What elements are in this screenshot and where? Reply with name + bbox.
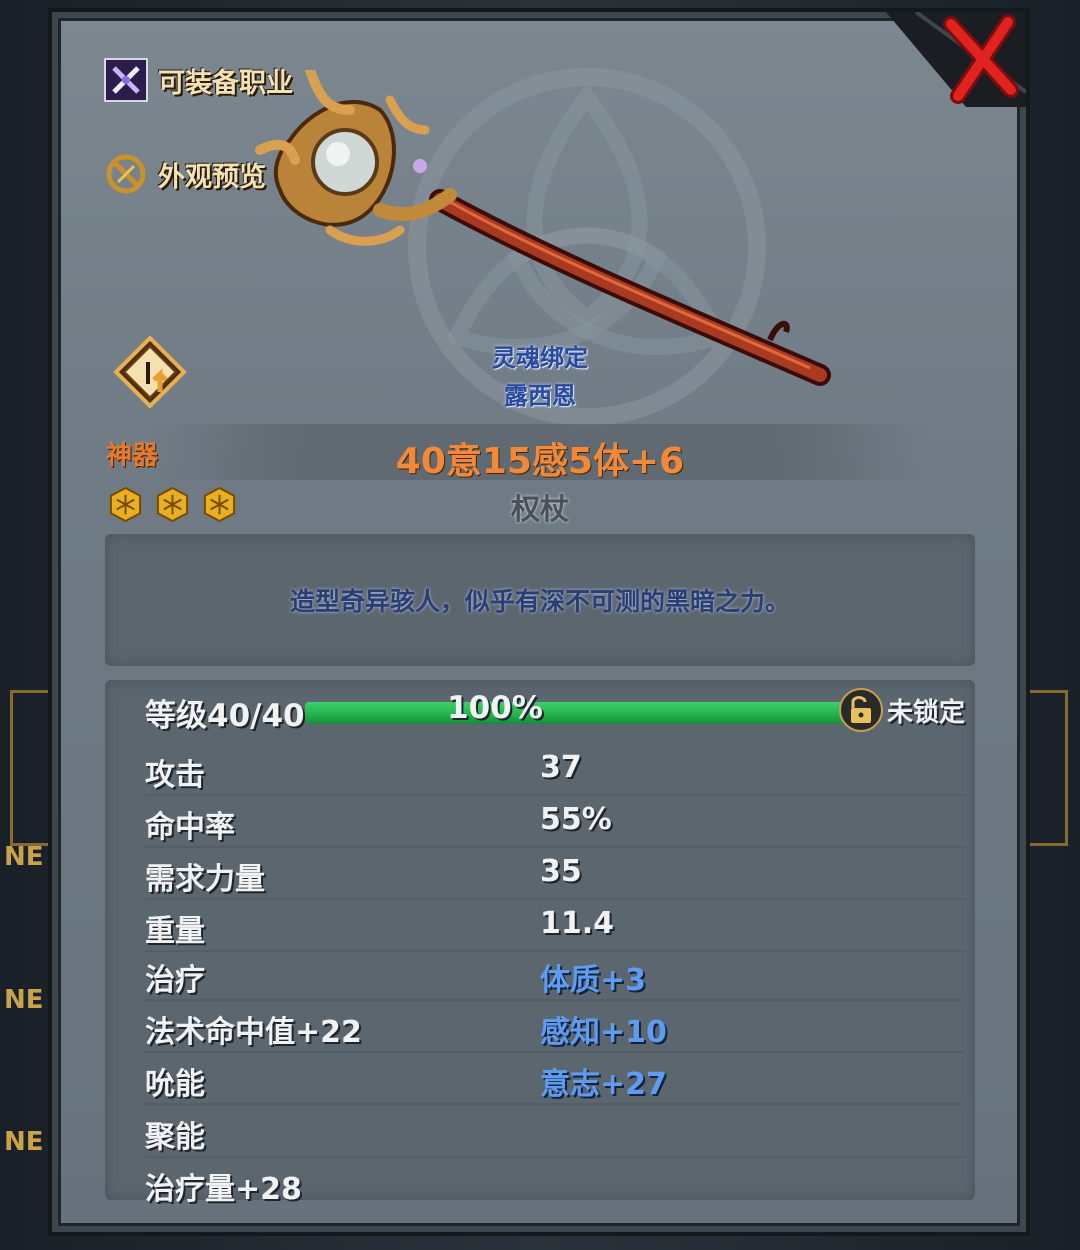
stat-name: 吮能 bbox=[145, 1067, 205, 1102]
stat-value: 37 bbox=[540, 750, 582, 785]
stat-row: 聚能 bbox=[145, 1104, 965, 1158]
stat-name: 治疗 bbox=[145, 963, 205, 998]
stat-row: 重量 11.4 bbox=[145, 898, 965, 952]
equip-class-icon bbox=[104, 58, 148, 102]
stat-name: 命中率 bbox=[145, 810, 235, 845]
unlocked-padlock-icon bbox=[838, 688, 883, 732]
stat-value: 感知+10 bbox=[540, 1015, 667, 1050]
stat-row: 命中率 55% bbox=[145, 794, 965, 848]
description-box: 造型奇异骇人，似乎有深不可测的黑暗之力。 bbox=[105, 534, 975, 666]
appearance-preview-icon bbox=[106, 154, 146, 194]
side-tag: NE bbox=[4, 842, 44, 872]
side-tag: NE bbox=[4, 985, 44, 1015]
right-side-frame bbox=[1029, 690, 1068, 846]
left-side-frame bbox=[10, 690, 49, 846]
stat-value: 意志+27 bbox=[540, 1067, 667, 1102]
appearance-preview-button[interactable]: 外观预览 bbox=[104, 152, 266, 196]
upgrade-icon[interactable] bbox=[112, 334, 188, 410]
stat-row: 治疗 体质+3 bbox=[145, 947, 965, 1001]
stat-row: 攻击 37 bbox=[145, 742, 965, 796]
item-description: 造型奇异骇人，似乎有深不可测的黑暗之力。 bbox=[289, 587, 790, 616]
stat-name: 攻击 bbox=[145, 758, 205, 793]
side-tag: NE bbox=[4, 1127, 44, 1157]
stat-value: 35 bbox=[540, 854, 582, 889]
stat-value: 11.4 bbox=[540, 906, 615, 941]
close-button[interactable] bbox=[876, 12, 1026, 107]
stat-name: 需求力量 bbox=[145, 862, 265, 897]
stat-row: 法术命中值+22 感知+10 bbox=[145, 999, 965, 1053]
stats-box: 等级40/40 100% 未锁定 攻击 37 命中率 55% 需求力量 35 重量 11.4 治… bbox=[105, 680, 975, 1207]
stat-name: 治疗量+28 bbox=[145, 1172, 302, 1207]
stat-name: 重量 bbox=[145, 914, 205, 949]
item-type: 权杖 bbox=[510, 492, 569, 526]
attribute-summary: 40意15感5体+6 bbox=[395, 441, 685, 482]
level-progress-text: 100% bbox=[447, 690, 543, 726]
lock-label: 未锁定 bbox=[886, 697, 965, 728]
stat-name: 聚能 bbox=[145, 1120, 205, 1155]
level-row: 等级40/40 100% 未锁定 bbox=[145, 688, 975, 734]
stat-value: 体质+3 bbox=[540, 963, 647, 998]
stat-row: 治疗量+28 bbox=[145, 1156, 965, 1208]
stat-value: 55% bbox=[540, 802, 612, 837]
stat-row: 吮能 意志+27 bbox=[145, 1051, 965, 1105]
stat-name: 法术命中值+22 bbox=[145, 1015, 362, 1050]
stat-row: 需求力量 35 bbox=[145, 846, 965, 900]
lock-toggle[interactable]: 未锁定 bbox=[838, 688, 965, 732]
